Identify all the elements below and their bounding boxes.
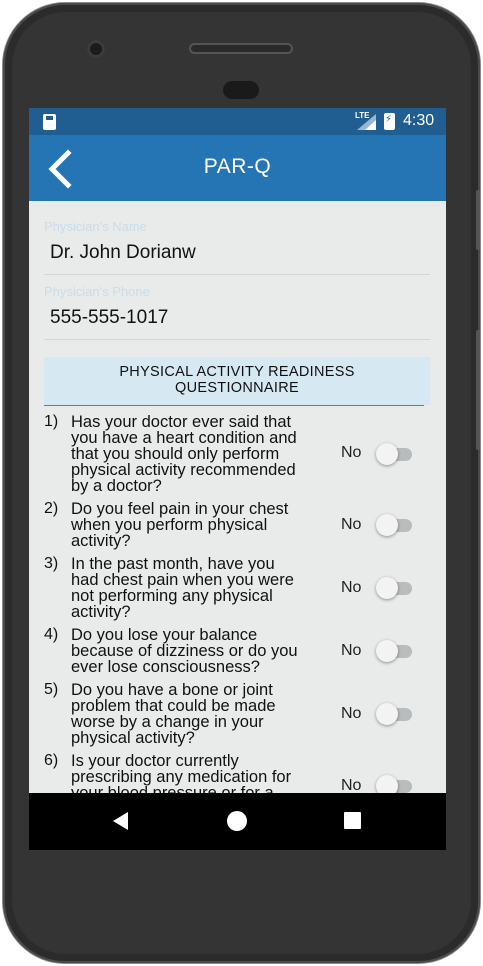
nav-back-icon[interactable] [113, 812, 128, 830]
question-number: 5) [44, 681, 59, 698]
nav-recents-icon[interactable] [344, 812, 361, 829]
proximity-sensor [223, 81, 259, 99]
question-number: 4) [44, 626, 59, 643]
toggle-thumb [376, 577, 398, 599]
answer-toggle[interactable] [376, 443, 414, 465]
answer-toggle[interactable] [376, 703, 414, 725]
answer-toggle[interactable] [376, 514, 414, 536]
physician-name-input[interactable]: Dr. John Dorianw [44, 242, 430, 264]
status-bar: LTE 4:30 [29, 108, 446, 135]
question-text: In the past month, have you had chest pa… [71, 555, 294, 621]
sim-card-icon [43, 114, 56, 130]
field-underline [44, 339, 430, 340]
section-title-line1: PHYSICAL ACTIVITY READINESS [119, 364, 355, 380]
physician-phone-label: Physician's Phone [44, 284, 150, 299]
answer-label: No [341, 777, 362, 793]
page-title: PAR-Q [203, 155, 272, 178]
question-number: 1) [44, 413, 59, 430]
power-button [476, 190, 480, 250]
answer-toggle[interactable] [376, 577, 414, 599]
battery-charging-icon [384, 113, 395, 130]
question-text: Do you have a bone or joint problem that… [71, 681, 276, 747]
answer-label: No [341, 579, 362, 596]
app-bar: PAR-Q [29, 135, 446, 201]
question-number: 6) [44, 752, 59, 769]
earpiece-speaker [189, 43, 293, 54]
nav-home-icon[interactable] [227, 811, 247, 831]
physician-phone-input[interactable]: 555-555-1017 [44, 307, 430, 329]
physician-name-label: Physician's Name [44, 219, 147, 234]
answer-toggle[interactable] [376, 775, 414, 793]
answer-label: No [341, 642, 362, 659]
section-title-line2: QUESTIONNAIRE [175, 380, 299, 396]
question-text: Is your doctor currently prescribing any… [71, 752, 292, 793]
section-divider [44, 405, 424, 406]
physician-phone-field[interactable]: Physician's Phone 555-555-1017 [44, 284, 430, 340]
answer-toggle[interactable] [376, 640, 414, 662]
device-screen: LTE 4:30 PAR-Q Physician's Name Dr. John… [29, 108, 446, 850]
question-text: Do you lose your balance because of dizz… [71, 626, 298, 676]
field-underline [44, 274, 430, 275]
front-camera [87, 40, 105, 58]
network-type: LTE [355, 111, 370, 120]
toggle-thumb [376, 703, 398, 725]
section-header: PHYSICAL ACTIVITY READINESS QUESTIONNAIR… [44, 357, 430, 405]
toggle-thumb [376, 640, 398, 662]
status-time: 4:30 [403, 112, 435, 129]
question-text: Do you feel pain in your chest when you … [71, 500, 289, 550]
answer-label: No [341, 516, 362, 533]
navigation-bar [29, 793, 446, 850]
question-text: Has your doctor ever said that you have … [71, 413, 297, 495]
toggle-thumb [376, 775, 398, 793]
toggle-thumb [376, 443, 398, 465]
volume-button [476, 330, 480, 450]
question-number: 3) [44, 555, 59, 572]
answer-label: No [341, 444, 362, 461]
question-number: 2) [44, 500, 59, 517]
physician-name-field[interactable]: Physician's Name Dr. John Dorianw [44, 219, 430, 275]
toggle-thumb [376, 514, 398, 536]
answer-label: No [341, 705, 362, 722]
form-content[interactable]: Physician's Name Dr. John Dorianw Physic… [29, 201, 446, 793]
